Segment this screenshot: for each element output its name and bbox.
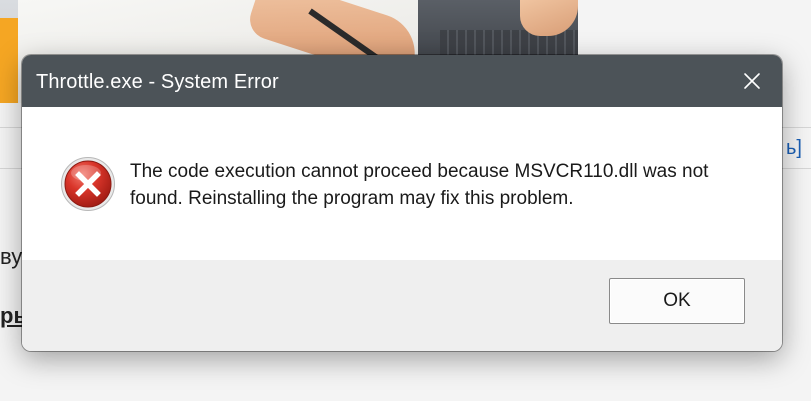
error-icon	[61, 157, 115, 211]
close-button[interactable]	[722, 55, 782, 107]
error-message: The code execution cannot proceed becaus…	[130, 161, 709, 209]
dialog-footer: OK	[22, 260, 782, 351]
close-icon	[744, 73, 760, 89]
background-text-fragment: ву	[0, 244, 23, 269]
dialog-titlebar[interactable]: Throttle.exe - System Error	[22, 55, 782, 107]
background-link-fragment[interactable]: ь]	[786, 137, 802, 160]
dialog-content: The code execution cannot proceed becaus…	[22, 107, 782, 260]
system-error-dialog: Throttle.exe - System Error The code exe…	[22, 55, 782, 351]
dialog-title: Throttle.exe - System Error	[36, 71, 279, 93]
ok-button[interactable]: OK	[609, 278, 745, 324]
